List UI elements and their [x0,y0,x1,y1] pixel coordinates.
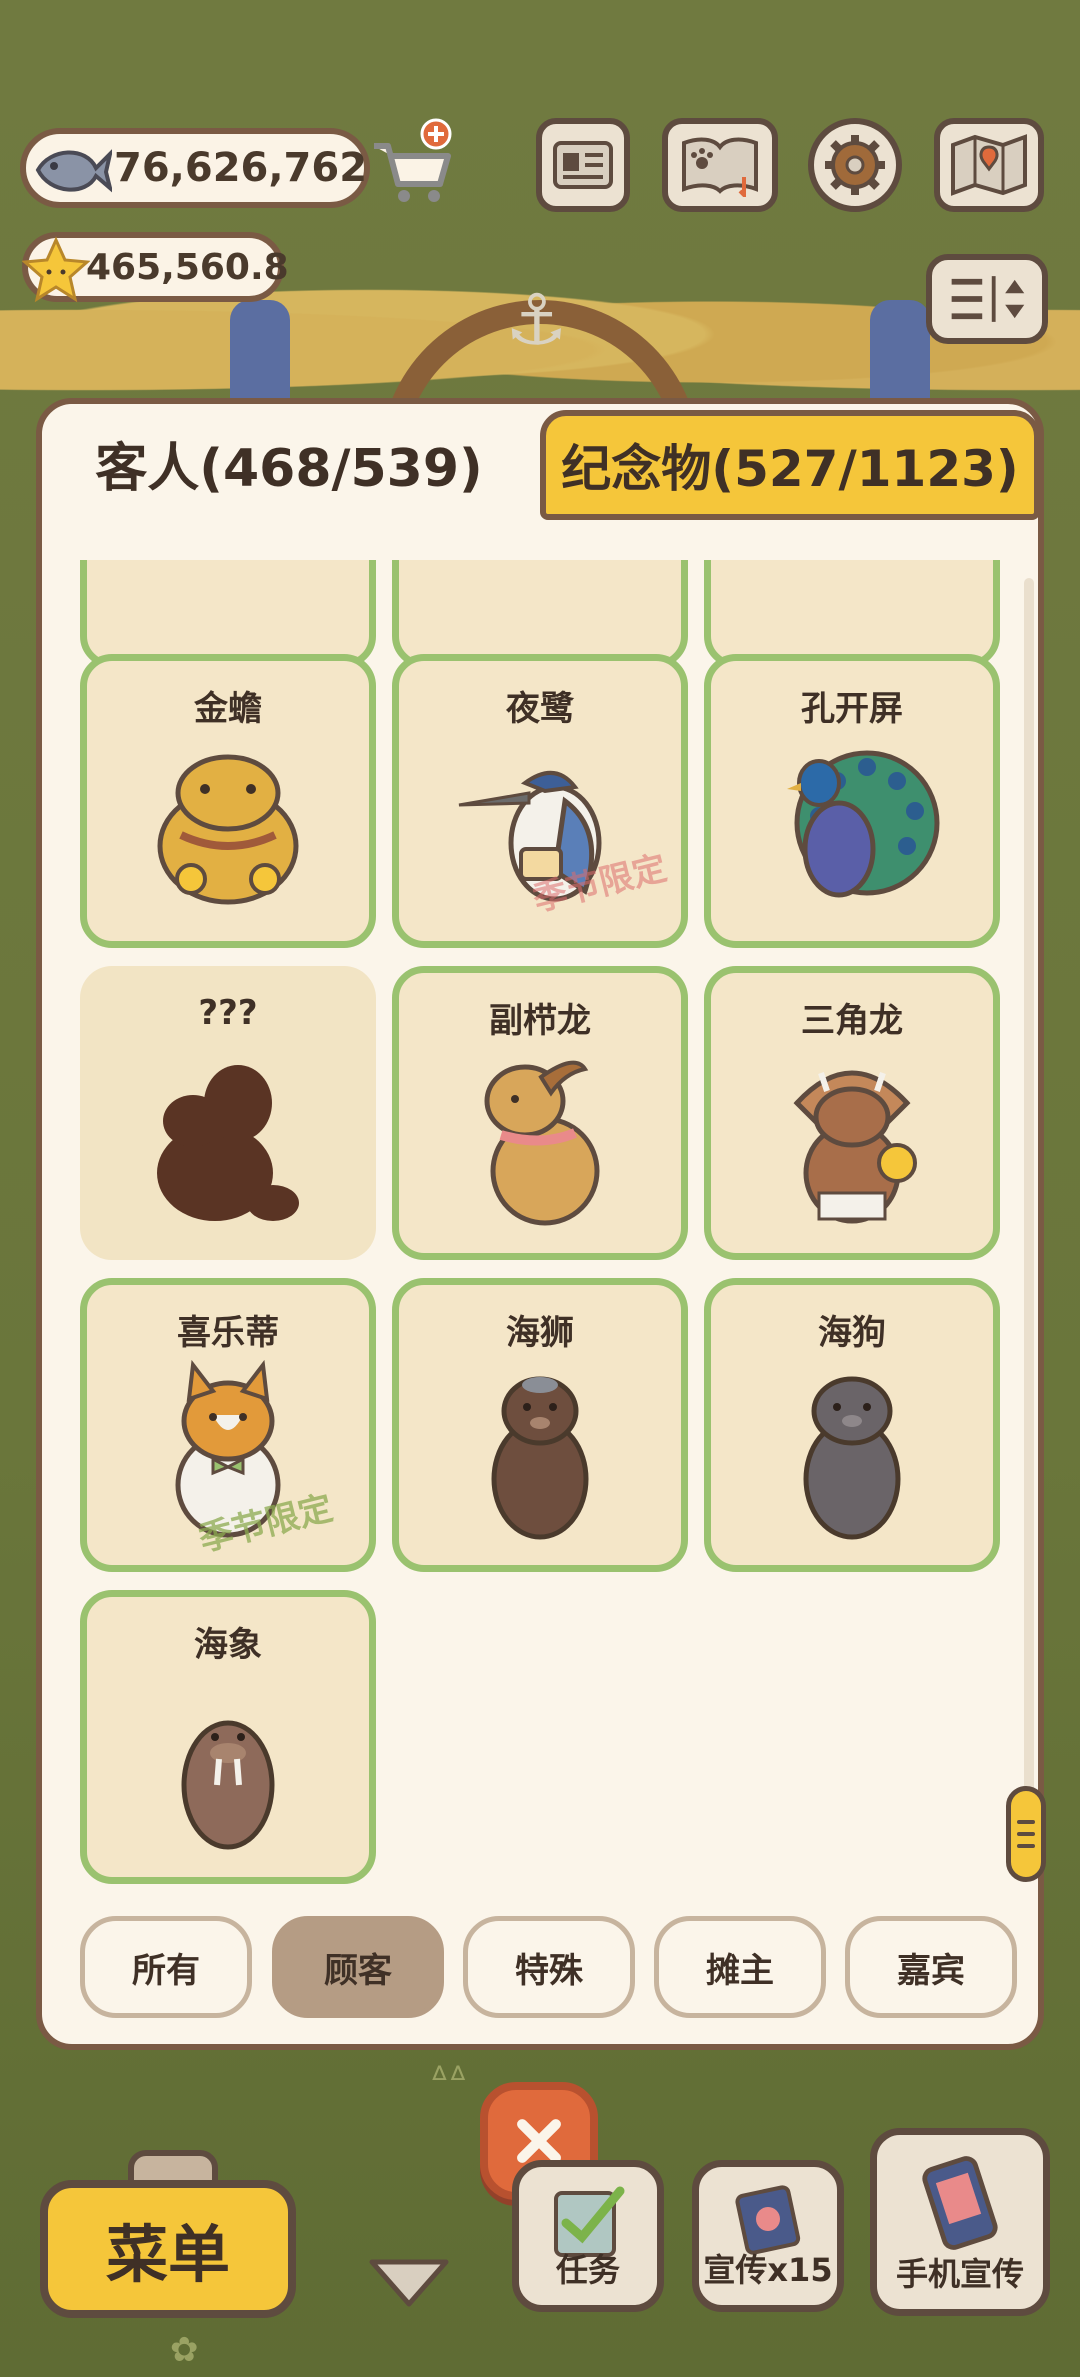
walrus-icon [181,1720,275,1850]
guest-name: 海狗 [818,1313,886,1353]
parasaurolophus-icon [484,1060,600,1226]
guest-card-partial[interactable] [704,560,1000,668]
guest-card-triceratops[interactable]: 三角龙 [704,966,1000,1260]
filter-vendors[interactable]: 摊主 [654,1916,826,2018]
fish-currency-value: 76,626,762 [114,145,368,191]
guest-card-parasaurolophus[interactable]: 副栉龙 [392,966,688,1260]
guest-card-night-heron[interactable]: 夜鹭 季节限定 [392,654,688,948]
guest-name: 副栉龙 [489,1001,591,1041]
guide-book-button[interactable] [662,118,778,212]
fish-icon [35,149,112,193]
fur-seal-icon [803,1376,901,1540]
guest-card-peacock[interactable]: 孔开屏 [704,654,1000,948]
guest-card-golden-toad[interactable]: 金蟾 [80,654,376,948]
golden-toad-icon [157,754,299,905]
guest-name: 三角龙 [801,1001,903,1041]
tab-souvenirs[interactable]: 纪念物(527/1123) [540,410,1040,520]
gear-icon [825,135,885,195]
settings-button[interactable] [808,118,902,212]
phone-icon [922,2156,998,2250]
guest-card-fur-seal[interactable]: 海狗 [704,1278,1000,1572]
tab-guests[interactable]: 客人(468/539) [42,404,536,522]
sort-icon [951,276,1025,322]
guest-name: ??? [198,993,258,1033]
guest-card-partial[interactable] [80,560,376,668]
grass-tuft: ᐞᐞ [430,2060,467,2100]
fish-currency-display: 76,626,762 [20,128,370,208]
filter-special[interactable]: 特殊 [463,1916,635,2018]
sea-lion-icon [491,1376,589,1540]
locked-silhouette-icon [157,1065,299,1221]
guest-card-partial[interactable] [392,560,688,668]
triceratops-icon [793,1070,917,1224]
star-currency-value: 465,560.8 [86,246,289,288]
peacock-icon [787,750,940,898]
guest-name: 喜乐蒂 [177,1313,279,1353]
scrollbar-thumb[interactable] [1006,1786,1046,1882]
star-icon [22,236,90,303]
guest-name: 孔开屏 [801,689,903,729]
paw-book-icon [682,137,758,197]
guest-name: 夜鹭 [506,689,574,729]
guest-card-sheltie[interactable]: 喜乐蒂 季节限定 [80,1278,376,1572]
phone-promote-label: 手机宣传 [895,2255,1024,2293]
guest-name: 海象 [194,1625,262,1665]
menu-button[interactable]: 菜单 [40,2180,296,2318]
shop-cart-icon[interactable] [368,118,458,208]
tasks-label: 任务 [555,2251,620,2289]
map-button[interactable] [934,118,1044,212]
filter-all[interactable]: 所有 [80,1916,252,2018]
promote-button[interactable]: 宣传x15 [692,2160,844,2312]
tasks-button[interactable]: 任务 [512,2160,664,2312]
grass-tuft: ✿ [170,2330,199,2370]
id-card-icon [553,141,613,189]
sort-button[interactable] [926,254,1048,344]
guest-card-sea-lion[interactable]: 海狮 [392,1278,688,1572]
guest-name: 海狮 [506,1313,574,1353]
promote-label: 宣传x15 [703,2251,833,2289]
phone-promote-button[interactable]: 手机宣传 [870,2128,1050,2316]
profile-card-button[interactable] [536,118,630,212]
filter-customers[interactable]: 顾客 [272,1916,444,2018]
guest-card-locked[interactable]: ??? [80,966,376,1260]
anchor-icon: ⚓ [505,279,568,361]
filter-guests-of-honor[interactable]: 嘉宾 [845,1916,1017,2018]
guest-name: 金蟾 [194,689,262,729]
guest-card-walrus[interactable]: 海象 [80,1590,376,1884]
scrollbar-track[interactable] [1024,578,1034,1878]
guest-grid: 金蟾 夜鹭 季节限定 孔开屏 ??? 副栉龙 三角龙 喜乐蒂 季节限定 海狮 海… [62,560,1018,1890]
collapse-arrow-icon[interactable] [366,2254,452,2310]
star-currency-display: 465,560.8 [22,232,289,303]
map-icon [951,134,1027,196]
